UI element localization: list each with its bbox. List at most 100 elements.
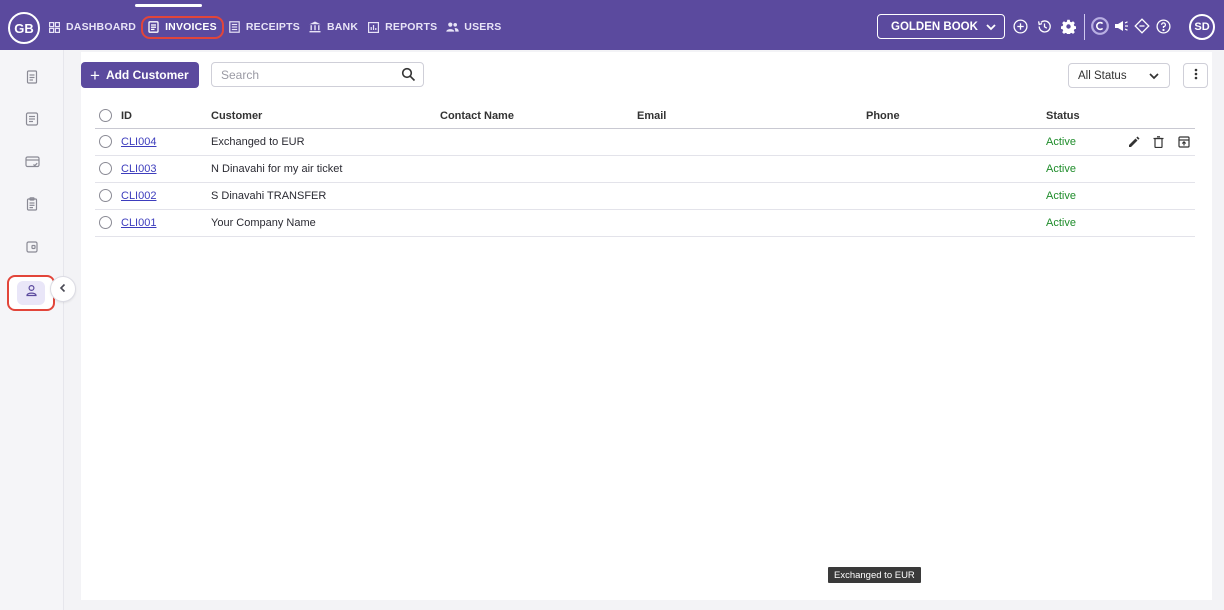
status-filter-value: All Status [1078,69,1127,82]
row-checkbox[interactable] [99,216,112,229]
customer-name: Your Company Name [211,209,440,237]
sidebar-item-wallet[interactable] [21,238,43,260]
document-list-icon [25,111,39,131]
app-logo[interactable]: GB [8,12,40,44]
contact-name [440,209,637,237]
row-checkbox[interactable] [99,135,112,148]
currency-icon[interactable] [1090,16,1110,36]
column-header-phone[interactable]: Phone [866,104,1046,129]
customer-id-link[interactable]: CLI004 [121,136,156,148]
row-checkbox[interactable] [99,189,112,202]
sidebar-item-payments[interactable] [21,153,43,175]
sidebar-collapse-button[interactable] [50,276,76,302]
nav-item-label: BANK [326,21,359,33]
chart-icon [367,21,380,34]
add-circle-icon[interactable] [1010,16,1030,36]
grid-icon [48,21,61,34]
select-all-checkbox[interactable] [99,109,112,123]
sidebar-active-highlight [17,281,45,305]
clipboard-icon [25,196,39,216]
nav-item-reports[interactable]: REPORTS [367,21,437,34]
customers-table: ID Customer Contact Name Email Phone Sta… [95,104,1195,237]
book-selector-value: GOLDEN BOOK [891,20,978,33]
customer-phone [866,155,1046,183]
wallet-icon [25,240,39,259]
book-selector[interactable]: GOLDEN BOOK [877,14,1005,39]
history-icon[interactable] [1034,16,1054,36]
more-vertical-icon [1194,67,1198,85]
table-header-row: ID Customer Contact Name Email Phone Sta… [95,104,1195,129]
customer-email [637,182,866,210]
customer-phone [866,182,1046,210]
contact-name [440,128,637,156]
help-icon[interactable] [1153,16,1173,36]
archive-icon[interactable] [1176,134,1191,149]
sidebar-item-invoices[interactable] [21,68,43,90]
search-icon[interactable] [401,67,416,87]
customer-name: S Dinavahi TRANSFER [211,182,440,210]
nav-item-receipts[interactable]: RECEIPTS [228,21,300,34]
nav-item-label: USERS [464,21,502,33]
top-actions-group [1010,15,1078,37]
customer-phone [866,128,1046,156]
sidebar-item-reports[interactable] [21,195,43,217]
chevron-left-icon [58,280,68,298]
column-header-id[interactable]: ID [121,104,211,129]
toolbar-divider [1084,14,1085,40]
sidebar-item-documents[interactable] [21,110,43,132]
customer-email [637,155,866,183]
diamond-icon[interactable] [1132,16,1152,36]
status-filter-select[interactable]: All Status [1068,63,1170,88]
add-customer-button[interactable]: + Add Customer [81,62,199,88]
megaphone-icon[interactable] [1111,16,1131,36]
bank-icon [309,21,322,34]
table-row[interactable]: CLI001 Your Company Name Active [95,209,1195,237]
top-navigation-bar: GB DASHBOARD INVOICES RECEIPTS BANK REPO… [0,0,1224,50]
row-actions [1124,134,1195,149]
customer-id-link[interactable]: CLI002 [121,190,156,202]
customer-email [637,209,866,237]
customer-id-link[interactable]: CLI001 [121,217,156,229]
customers-panel: + Add Customer All Status ID Customer Co… [81,52,1212,600]
customer-icon [25,284,38,302]
chevron-down-icon [984,20,998,37]
tooltip: Exchanged to EUR [828,567,921,583]
search-input[interactable] [221,67,391,82]
nav-item-invoices[interactable]: INVOICES [141,15,224,39]
column-header-email[interactable]: Email [637,104,866,129]
chevron-down-icon [1147,69,1161,86]
settings-icon[interactable] [1058,16,1078,36]
nav-item-users[interactable]: USERS [446,21,501,34]
nav-item-label: INVOICES [165,21,217,33]
nav-item-dashboard[interactable]: DASHBOARD [48,21,136,34]
top-actions-group-2 [1090,15,1173,37]
user-avatar[interactable]: SD [1189,14,1215,40]
document-icon [147,21,160,34]
column-header-status[interactable]: Status [1046,104,1124,129]
status-badge: Active [1046,155,1124,183]
invoice-icon [25,69,39,89]
add-customer-label: Add Customer [105,68,189,82]
search-box [211,62,424,87]
column-header-contact[interactable]: Contact Name [440,104,637,129]
users-icon [446,21,459,34]
table-row[interactable]: CLI002 S Dinavahi TRANSFER Active [95,182,1195,210]
sidebar-item-customers[interactable] [7,275,55,311]
more-options-button[interactable] [1183,63,1208,88]
customer-email [637,128,866,156]
delete-icon[interactable] [1151,134,1166,149]
column-header-customer[interactable]: Customer [211,104,440,129]
customer-name: N Dinavahi for my air ticket [211,155,440,183]
nav-item-label: REPORTS [385,21,438,33]
edit-icon[interactable] [1126,134,1141,149]
row-checkbox[interactable] [99,162,112,175]
customer-phone [866,209,1046,237]
active-tab-indicator [135,4,202,7]
column-header-actions [1124,104,1195,129]
contact-name [440,155,637,183]
customer-id-link[interactable]: CLI003 [121,163,156,175]
table-row[interactable]: CLI003 N Dinavahi for my air ticket Acti… [95,155,1195,183]
nav-item-bank[interactable]: BANK [309,21,358,34]
table-row[interactable]: CLI004 Exchanged to EUR Active [95,128,1195,156]
status-badge: Active [1046,128,1124,156]
